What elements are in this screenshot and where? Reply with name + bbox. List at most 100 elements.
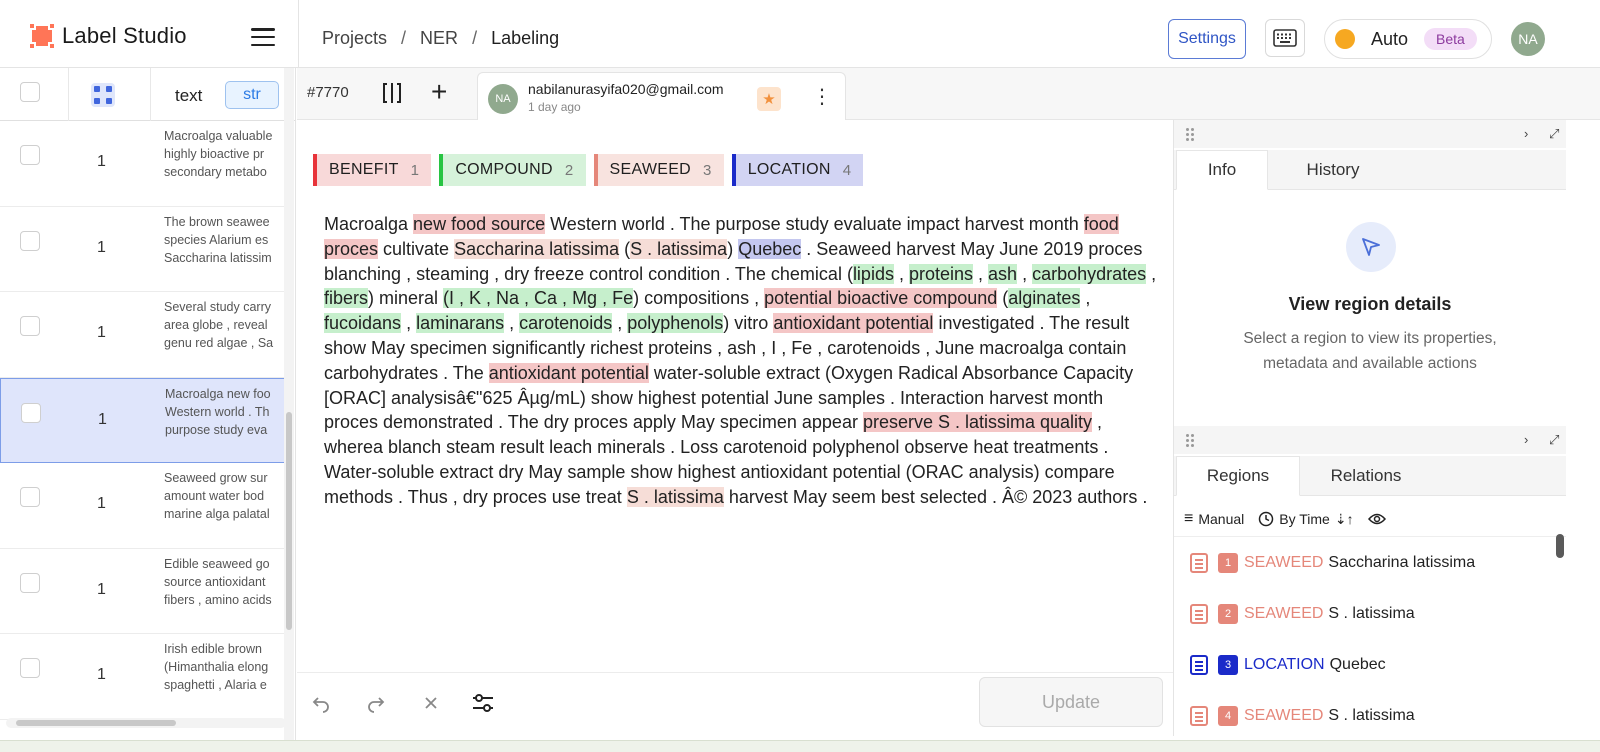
collapse-arrow-icon[interactable]: › (1524, 432, 1528, 447)
drag-handle-icon[interactable] (1186, 434, 1198, 447)
breadcrumb-separator: / (401, 28, 407, 48)
task-row[interactable]: 1 Macroalga valuable highly bioactive pr se… (0, 121, 290, 207)
annotation-count: 1 (97, 666, 106, 683)
task-rows: 1 Macroalga valuable highly bioactive pr se… (0, 121, 290, 720)
settings-button[interactable]: Settings (1168, 19, 1246, 59)
manual-sort-button[interactable]: ≡ Manual (1184, 510, 1244, 528)
compound-span[interactable]: fibers (324, 288, 369, 309)
task-row[interactable]: 1 Irish edible brown (Himanthalia elong spa… (0, 634, 290, 720)
tab-info[interactable]: Info (1176, 150, 1268, 190)
task-row[interactable]: 1 The brown seawee species Alarium es Sacch… (0, 206, 290, 292)
divider (298, 0, 299, 68)
annotation-count: 1 (97, 153, 106, 170)
benefit-span[interactable]: new food source (413, 214, 546, 234)
region-item[interactable]: 4 SEAWEED S . latissima (1174, 690, 1566, 736)
task-list-hscroll-thumb[interactable] (16, 720, 176, 726)
benefit-span[interactable]: preserve S . latissima quality (862, 412, 1093, 433)
annotations-column-icon[interactable] (91, 83, 115, 107)
text-segment: ) mineral (368, 288, 444, 309)
visibility-toggle[interactable] (1367, 512, 1386, 526)
keyboard-icon (1273, 29, 1297, 47)
label-benefit[interactable]: BENEFIT 1 (313, 154, 432, 186)
row-checkbox[interactable] (20, 572, 40, 593)
task-list-scrollbar[interactable] (284, 68, 294, 740)
auto-annotation-toggle[interactable]: Auto Beta (1324, 19, 1492, 59)
undo-icon[interactable] (309, 691, 333, 715)
compound-span[interactable]: (I , K , Na , Ca , Mg , Fe (443, 288, 634, 309)
compound-span[interactable]: alginates (1008, 288, 1081, 309)
hamburger-icon[interactable] (251, 28, 275, 46)
select-all-checkbox[interactable] (20, 82, 40, 102)
compound-span[interactable]: carbohydrates (1032, 263, 1147, 284)
annotator-avatar: NA (488, 84, 518, 114)
label-location[interactable]: LOCATION 4 (731, 154, 864, 186)
panel-header[interactable]: › ⤢ (1174, 120, 1566, 148)
drag-handle-icon[interactable] (1186, 128, 1198, 141)
tab-regions[interactable]: Regions (1176, 456, 1300, 496)
compound-span[interactable]: proteins (908, 263, 974, 284)
text-snippet: Seaweed grow sur amount water bod marine a… (164, 469, 288, 523)
app-logo[interactable]: Label Studio (28, 22, 187, 50)
row-checkbox[interactable] (20, 145, 40, 165)
seaweed-span[interactable]: S . latissima (630, 238, 728, 259)
breadcrumb-projects[interactable]: Projects (322, 28, 387, 49)
row-checkbox[interactable] (20, 230, 40, 251)
compound-span[interactable]: fucoidans (324, 313, 402, 334)
row-checkbox[interactable] (21, 402, 41, 423)
user-avatar[interactable]: NA (1511, 22, 1545, 56)
task-list-scroll-thumb[interactable] (286, 412, 292, 630)
settings-sliders-icon[interactable] (471, 691, 495, 715)
annotation-count: 1 (97, 495, 106, 512)
row-checkbox[interactable] (20, 487, 40, 507)
region-item[interactable]: 2 SEAWEED S . latissima (1174, 588, 1566, 639)
task-row[interactable]: 1 Several study carry area globe , reveal g… (0, 292, 290, 378)
benefit-span[interactable]: antioxidant potential (773, 313, 934, 334)
region-list-scroll-thumb[interactable] (1556, 534, 1564, 558)
update-button[interactable]: Update (979, 677, 1163, 727)
info-tabs: Info History (1174, 150, 1566, 190)
keyboard-shortcuts-button[interactable] (1265, 19, 1305, 57)
region-item[interactable]: 1 SEAWEED Saccharina latissima (1174, 537, 1566, 588)
task-row[interactable]: 1 Macroalga new foo Western world . Th purp… (0, 377, 290, 463)
compound-span[interactable]: laminarans (416, 313, 505, 334)
reset-icon[interactable] (419, 691, 443, 715)
star-icon[interactable]: ★ (757, 87, 781, 111)
seaweed-span[interactable]: Saccharina latissima (454, 238, 620, 259)
text-column-header[interactable]: text (175, 86, 202, 106)
benefit-span[interactable]: potential bioactive compound (764, 288, 998, 309)
label-compound[interactable]: COMPOUND 2 (439, 154, 586, 186)
breadcrumb-ner[interactable]: NER (420, 28, 458, 49)
text-segment: , (893, 263, 909, 284)
tab-history[interactable]: History (1274, 150, 1392, 190)
panel-header[interactable]: › ⤢ (1174, 426, 1566, 454)
region-list: 1 SEAWEED Saccharina latissima 2 SEAWEED S . … (1174, 536, 1566, 736)
expand-icon[interactable]: ⤢ (1549, 432, 1559, 448)
location-span[interactable]: Quebec (738, 238, 802, 259)
snippet-line: genu red algae , Sa (164, 336, 274, 350)
redo-icon[interactable] (364, 691, 388, 715)
document-text[interactable]: Macroalga new food source Western world … (324, 212, 1162, 510)
compound-span[interactable]: lipids (852, 263, 894, 284)
expand-icon[interactable]: ⤢ (1549, 126, 1559, 142)
task-row[interactable]: 1 Edible seaweed go source antioxidant fibe… (0, 548, 290, 634)
region-item[interactable]: 3 LOCATION Quebec (1174, 639, 1566, 690)
compound-span[interactable]: carotenoids (519, 313, 613, 334)
seaweed-span[interactable]: S . latissima (626, 486, 724, 507)
collapse-arrow-icon[interactable]: › (1524, 126, 1528, 141)
compound-span[interactable]: polyphenols (627, 313, 724, 334)
add-annotation-icon[interactable]: + (431, 78, 447, 106)
label-seaweed[interactable]: SEAWEED 3 (593, 154, 724, 186)
by-time-sort-button[interactable]: By Time ⇣↑ (1258, 511, 1354, 528)
task-row[interactable]: 1 Seaweed grow sur amount water bod marine … (0, 463, 290, 549)
annotation-tab[interactable]: NA nabilanurasyifa020@gmail.com 1 day ag… (477, 72, 846, 122)
more-options-icon[interactable]: ⋮ (812, 83, 832, 111)
tab-relations[interactable]: Relations (1304, 456, 1428, 496)
region-label: LOCATION (1244, 655, 1325, 673)
split-view-icon[interactable] (381, 82, 403, 104)
row-checkbox[interactable] (20, 316, 40, 336)
row-checkbox[interactable] (20, 658, 40, 678)
auto-status-dot (1335, 29, 1355, 49)
text-segment: , (1080, 288, 1091, 309)
compound-span[interactable]: ash (988, 263, 1018, 284)
benefit-span[interactable]: antioxidant potential (488, 362, 649, 383)
